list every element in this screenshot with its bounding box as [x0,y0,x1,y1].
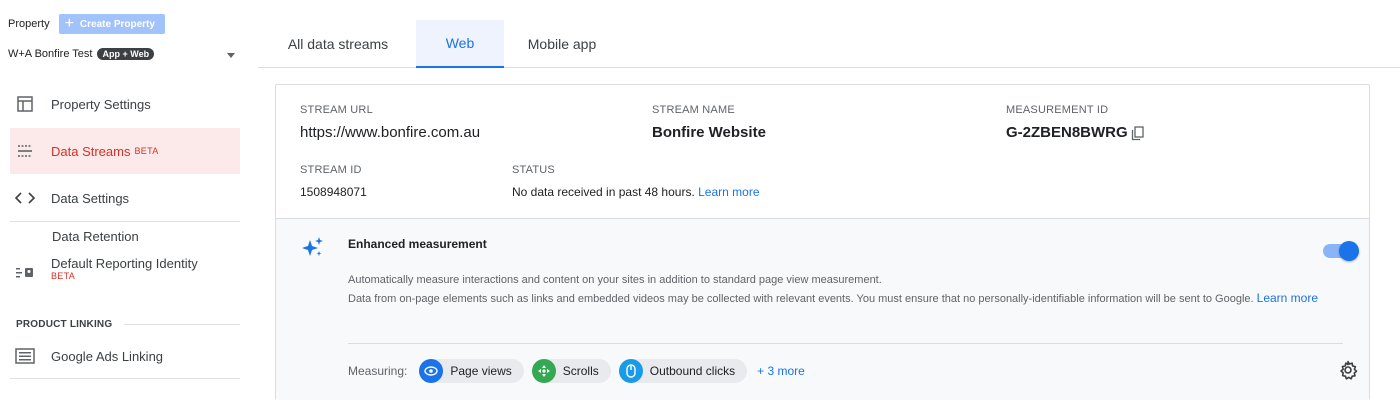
sidebar-item-label: Property Settings [51,96,151,112]
stream-name-label: STREAM NAME [652,104,735,116]
section-heading-product-linking: PRODUCT LINKING [16,319,113,330]
chip-label: Page views [450,364,512,378]
divider [10,378,240,379]
property-type-badge: App + Web [97,48,155,60]
stream-name-value: Bonfire Website [652,124,766,141]
create-property-button[interactable]: + Create Property [58,14,165,34]
tab-web[interactable]: Web [416,20,504,68]
enhanced-measurement-title: Enhanced measurement [348,237,487,251]
divider [348,343,1343,344]
stream-url-label: STREAM URL [300,104,373,116]
copy-icon[interactable] [1131,126,1144,144]
chip-page-views: Page views [419,359,524,383]
chip-label: Outbound clicks [649,364,736,378]
sparkle-icon [302,236,324,261]
reporting-identity-icon [15,262,35,282]
dropdown-caret-icon [227,53,235,58]
sidebar-item-property-settings[interactable]: Property Settings [10,84,240,124]
status-label: STATUS [512,164,555,176]
sidebar-item-text: Default Reporting Identity BETA [51,256,198,281]
property-settings-icon [15,94,35,114]
scroll-icon [531,359,556,383]
data-streams-icon [15,141,35,161]
property-selector[interactable]: W+A Bonfire Test App + Web [8,48,238,60]
status-value: No data received in past 48 hours. Learn… [512,185,760,199]
gear-icon[interactable] [1338,360,1358,383]
divider [124,324,240,325]
stream-details-card: STREAM URL https://www.bonfire.com.au ST… [275,84,1370,400]
measuring-label: Measuring: [348,364,408,378]
eye-icon [419,359,444,383]
sidebar-item-default-reporting-identity[interactable]: Default Reporting Identity BETA [10,256,240,296]
sidebar-item-label: Data Settings [51,190,130,206]
chip-scrolls: Scrolls [531,359,611,383]
property-label: Property [8,18,50,30]
description-line: Automatically measure interactions and c… [348,274,882,286]
enhanced-measurement-section: Enhanced measurement Automatically measu… [276,218,1369,400]
sidebar-subitem-data-retention[interactable]: Data Retention [52,224,240,248]
divider [10,221,240,222]
measurement-id-label: MEASUREMENT ID [1006,104,1109,116]
sidebar: Property + Create Property W+A Bonfire T… [0,0,255,413]
sidebar-item-google-ads-linking[interactable]: Google Ads Linking [10,336,240,376]
stream-url-value: https://www.bonfire.com.au [300,124,481,141]
property-header: Property + Create Property [8,14,165,34]
more-events-link[interactable]: + 3 more [757,364,805,378]
stream-id-value: 1508948071 [300,185,367,199]
description-line-2: Data from on-page elements such as links… [348,289,1338,308]
sidebar-item-label: Default Reporting Identity [51,256,198,271]
create-property-label: Create Property [79,18,155,30]
sidebar-item-label: Data Retention [52,228,139,244]
property-name: W+A Bonfire Test [8,48,93,60]
stream-id-label: STREAM ID [300,164,362,176]
code-icon [15,188,35,208]
beta-badge: BETA [134,146,159,156]
tab-all-data-streams[interactable]: All data streams [278,20,398,68]
enhanced-measurement-toggle[interactable] [1323,240,1359,262]
enhanced-learn-more-link[interactable]: Learn more [1257,291,1318,305]
google-ads-icon [15,346,35,366]
measurement-id-value: G-2ZBEN8BWRG [1006,124,1128,141]
chip-outbound-clicks: Outbound clicks [618,359,748,383]
beta-badge: BETA [51,271,76,281]
tab-mobile-app[interactable]: Mobile app [522,20,602,68]
sidebar-item-data-streams[interactable]: Data Streams BETA [10,128,240,174]
mouse-icon [618,359,643,383]
toggle-knob [1339,241,1359,261]
plus-icon: + [64,15,74,32]
measuring-row: Measuring: Page views Scrolls Outbound c… [348,359,805,383]
enhanced-measurement-description: Automatically measure interactions and c… [348,271,1338,308]
status-learn-more-link[interactable]: Learn more [698,185,759,199]
sidebar-item-label: Google Ads Linking [51,348,164,364]
description-text: Data from on-page elements such as links… [348,293,1254,305]
sidebar-item-data-settings[interactable]: Data Settings [10,178,240,218]
status-text: No data received in past 48 hours. [512,185,695,199]
sidebar-item-label: Data Streams [51,143,131,159]
stream-tabs: All data streams Web Mobile app [258,20,1400,68]
chip-label: Scrolls [562,364,599,378]
